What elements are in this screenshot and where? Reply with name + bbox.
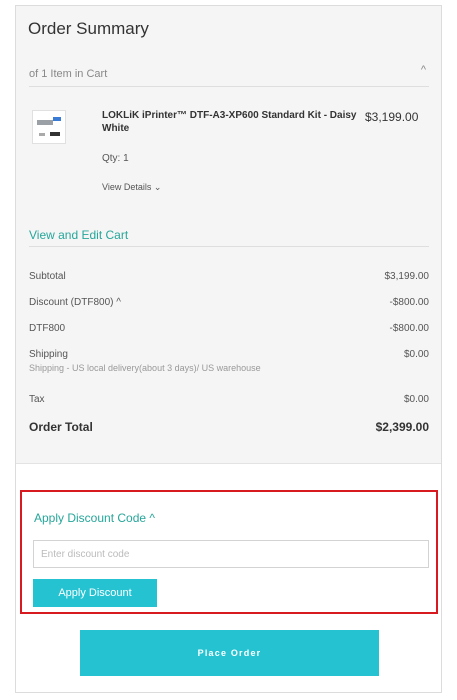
subtotal-value: $3,199.00 [384,271,430,282]
order-summary-section: Order Summary of 1 Item in Cart ^ LOKLiK… [16,6,441,464]
qty-value: 1 [123,153,129,164]
discount-code-label: DTF800 [29,323,66,334]
place-order-button[interactable]: Place Order [80,630,379,676]
product-price: $3,199.00 [365,110,419,124]
discount-label[interactable]: Discount (DTF800) ^ [29,297,121,308]
discount-code-section: Apply Discount Code ^ Apply Discount [20,490,438,614]
tax-value: $0.00 [403,394,429,405]
items-in-cart-label: of 1 Item in Cart [29,68,108,80]
product-name: LOKLiK iPrinter™ DTF-A3-XP600 Standard K… [102,110,357,134]
discount-code-input[interactable] [33,540,429,568]
qty-label: Qty: [102,153,121,164]
discount-code-value: -$800.00 [389,323,429,334]
shipping-label: Shipping [29,349,68,360]
shipping-method: Shipping - US local delivery(about 3 day… [29,363,261,373]
shipping-value: $0.00 [403,349,429,360]
product-qty: Qty: 1 [102,153,129,164]
view-details-toggle[interactable]: View Details ⌄ [102,182,161,193]
order-summary-panel: Order Summary of 1 Item in Cart ^ LOKLiK… [15,5,442,693]
order-total-value: $2,399.00 [375,420,429,434]
tax-label: Tax [29,394,45,405]
subtotal-label: Subtotal [29,271,66,282]
order-summary-title: Order Summary [28,19,149,38]
order-total-label: Order Total [29,420,93,434]
items-in-cart-toggle[interactable]: of 1 Item in Cart ^ [29,61,429,87]
edit-cart-row: View and Edit Cart [29,225,429,247]
apply-discount-button[interactable]: Apply Discount [33,579,157,607]
apply-discount-code-toggle[interactable]: Apply Discount Code ^ [34,511,155,525]
discount-value: -$800.00 [389,297,429,308]
view-edit-cart-link[interactable]: View and Edit Cart [29,228,128,242]
product-thumbnail[interactable] [32,110,66,144]
chevron-up-icon[interactable]: ^ [421,64,426,76]
